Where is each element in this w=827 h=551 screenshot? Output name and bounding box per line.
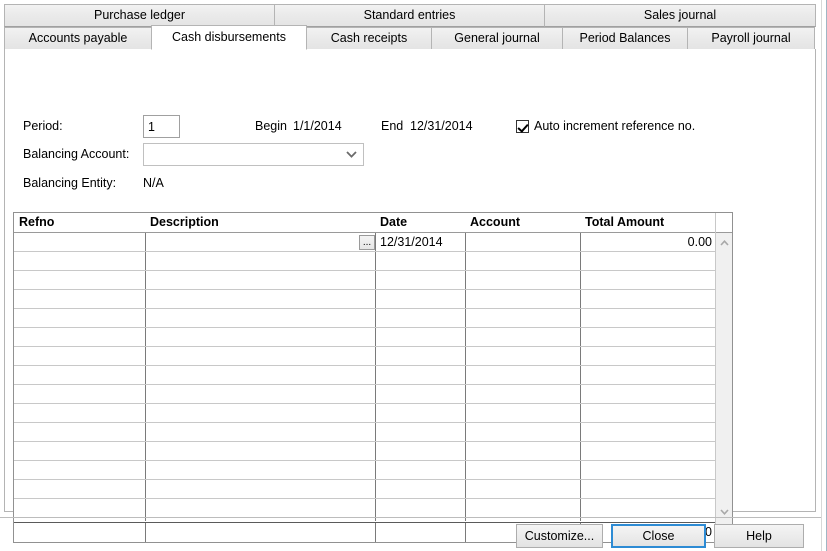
table-row[interactable] <box>14 290 717 309</box>
column-header-account[interactable]: Account <box>465 213 580 232</box>
column-header-date[interactable]: Date <box>375 213 465 232</box>
table-row[interactable] <box>14 461 717 480</box>
table-row[interactable] <box>14 423 717 442</box>
cell-total-amount: 0.00 <box>687 235 712 249</box>
grid-column-divider <box>145 523 146 542</box>
help-button[interactable]: Help <box>714 524 804 548</box>
tab-row-bottom: Accounts payable Cash disbursements Cash… <box>4 25 816 50</box>
table-row[interactable] <box>14 252 717 271</box>
tab-cash-disbursements[interactable]: Cash disbursements <box>151 25 307 50</box>
balancing-entity-value: N/A <box>143 176 164 190</box>
table-row[interactable] <box>14 499 717 518</box>
end-label: End <box>381 119 404 133</box>
tab-accounts-payable[interactable]: Accounts payable <box>4 27 152 50</box>
period-input[interactable] <box>143 115 180 138</box>
grid-vertical-scrollbar[interactable] <box>715 213 732 542</box>
tab-sales-journal[interactable]: Sales journal <box>544 4 816 27</box>
grid-body: ... 12/31/2014 0.00 <box>14 233 717 520</box>
tab-period-balances[interactable]: Period Balances <box>562 27 688 50</box>
chevron-down-icon <box>346 144 357 165</box>
table-row[interactable] <box>14 347 717 366</box>
table-row[interactable] <box>14 366 717 385</box>
begin-label: Begin <box>255 119 287 133</box>
tab-row-top: Purchase ledger Standard entries Sales j… <box>4 4 816 27</box>
column-header-refno[interactable]: Refno <box>14 213 145 232</box>
scroll-up-icon[interactable] <box>716 234 732 251</box>
close-button[interactable]: Close <box>611 524 706 548</box>
table-row[interactable] <box>14 328 717 347</box>
table-row[interactable] <box>14 442 717 461</box>
grid-column-divider <box>375 523 376 542</box>
checkmark-icon <box>516 119 529 133</box>
description-lookup-button[interactable]: ... <box>359 235 375 250</box>
column-header-description[interactable]: Description <box>145 213 375 232</box>
balancing-account-select[interactable] <box>143 143 364 166</box>
table-row[interactable]: ... 12/31/2014 0.00 <box>14 233 717 252</box>
table-row[interactable] <box>14 480 717 499</box>
tab-cash-receipts[interactable]: Cash receipts <box>306 27 432 50</box>
end-date-value: 12/31/2014 <box>410 119 473 133</box>
tab-payroll-journal[interactable]: Payroll journal <box>687 27 815 50</box>
auto-increment-label: Auto increment reference no. <box>534 119 696 133</box>
table-row[interactable] <box>14 309 717 328</box>
scrollbar-header-cap <box>716 213 732 233</box>
footer-divider <box>0 517 821 518</box>
column-header-total-amount[interactable]: Total Amount <box>580 213 717 232</box>
table-row[interactable] <box>14 385 717 404</box>
customize-button[interactable]: Customize... <box>516 524 603 548</box>
balancing-entity-label: Balancing Entity: <box>23 176 117 190</box>
application-window: Purchase ledger Standard entries Sales j… <box>0 0 827 551</box>
period-label: Period: <box>23 119 63 133</box>
table-row[interactable] <box>14 404 717 423</box>
tab-general-journal[interactable]: General journal <box>431 27 563 50</box>
grid-inner: Refno Description Date Account Total Amo… <box>14 213 717 542</box>
tab-content-panel: Period: Begin 1/1/2014 End 12/31/2014 Au… <box>4 49 816 543</box>
balancing-account-label: Balancing Account: <box>23 147 130 161</box>
journal-entry-grid[interactable]: Refno Description Date Account Total Amo… <box>13 212 733 543</box>
grid-header-row: Refno Description Date Account Total Amo… <box>14 213 717 233</box>
tab-purchase-ledger[interactable]: Purchase ledger <box>4 4 275 27</box>
grid-column-divider <box>465 523 466 542</box>
tab-standard-entries[interactable]: Standard entries <box>274 4 545 27</box>
auto-increment-checkbox[interactable]: Auto increment reference no. <box>516 119 695 133</box>
begin-date-value: 1/1/2014 <box>293 119 342 133</box>
tab-strip: Purchase ledger Standard entries Sales j… <box>4 4 816 50</box>
cell-date: 12/31/2014 <box>380 235 443 249</box>
table-row[interactable] <box>14 271 717 290</box>
